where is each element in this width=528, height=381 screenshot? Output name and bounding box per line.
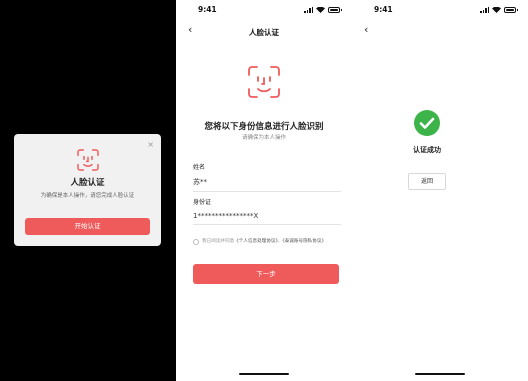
face-scan-icon	[77, 149, 99, 171]
status-bar: 9:41	[352, 0, 528, 18]
back-icon[interactable]: ‹	[364, 24, 368, 36]
page-title: 人脸认证	[249, 28, 279, 37]
home-indicator	[239, 373, 289, 375]
name-field: 姓名 苏**	[193, 162, 341, 192]
close-icon[interactable]: ×	[147, 141, 154, 149]
face-auth-dialog: × 人脸认证 为确保是本人操作，请您完成人脸认证 开始认证	[14, 134, 161, 246]
id-value: 1****************X	[193, 212, 259, 220]
verify-hint: 请确保为本人操作	[241, 135, 286, 141]
nav-bar: ‹ 人脸认证	[176, 22, 352, 40]
start-auth-button[interactable]: 开始认证	[25, 218, 150, 235]
signal-icon	[480, 6, 489, 13]
next-button[interactable]: 下一步	[193, 264, 339, 284]
screen-dialog: × 人脸认证 为确保是本人操作，请您完成人脸认证 开始认证	[0, 0, 176, 381]
dialog-subtitle: 为确保是本人操作，请您完成人脸认证	[40, 193, 135, 199]
battery-icon	[504, 6, 518, 13]
id-field: 身份证 1****************X	[193, 197, 341, 225]
return-button[interactable]: 返回	[408, 173, 446, 190]
account-privacy-link[interactable]: 《泰诚账号隐私协议》	[282, 239, 326, 244]
nav-bar: ‹	[352, 22, 528, 40]
result-text: 认证成功	[413, 146, 441, 154]
face-scan-icon	[248, 66, 280, 98]
home-indicator	[415, 373, 465, 375]
signal-icon	[304, 6, 313, 13]
agreement-row: 我已阅读并同意《个人信息处理协议》、《泰诚账号隐私协议》	[193, 238, 343, 245]
status-time: 9:41	[198, 5, 217, 14]
success-check-icon	[414, 110, 440, 136]
verify-heading: 您将以下身份信息进行人脸识别	[204, 122, 324, 132]
privacy-protocol-link[interactable]: 《个人信息处理协议》	[234, 239, 278, 244]
agreement-checkbox[interactable]	[193, 239, 199, 245]
status-time: 9:41	[374, 5, 393, 14]
divider	[193, 191, 341, 192]
status-bar: 9:41	[176, 0, 352, 18]
screen-success: 9:41 ‹ 认证成功 返回	[352, 0, 528, 381]
agreement-prefix: 我已阅读并同意	[202, 239, 235, 244]
wifi-icon	[316, 6, 325, 13]
name-value: 苏**	[193, 178, 207, 186]
screen-verify: 9:41 ‹ 人脸认证 您将以下身份信息进行人脸识别 请确保为本人操作 姓名 苏…	[176, 0, 352, 381]
divider	[193, 224, 341, 225]
wifi-icon	[492, 6, 501, 13]
id-label: 身份证	[193, 199, 212, 206]
dialog-title: 人脸认证	[70, 178, 105, 188]
battery-icon	[328, 6, 342, 13]
name-label: 姓名	[193, 164, 206, 171]
screens-row: × 人脸认证 为确保是本人操作，请您完成人脸认证 开始认证 9:41 ‹ 人脸认…	[0, 0, 528, 381]
